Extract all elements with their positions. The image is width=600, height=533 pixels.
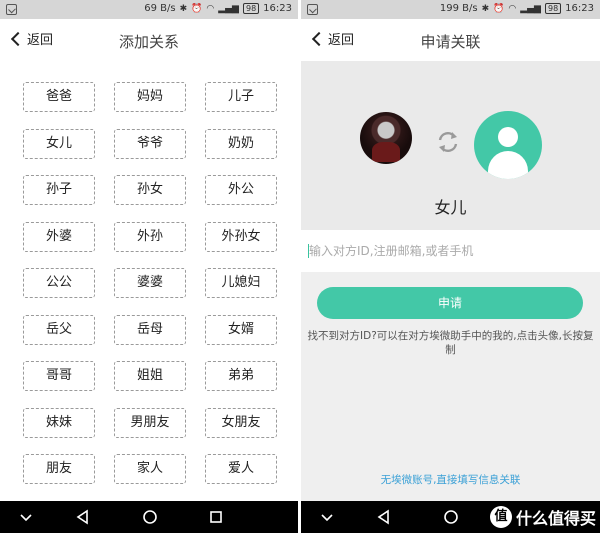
network-speed: 199 B/s — [439, 3, 478, 14]
avatar-body — [488, 151, 528, 179]
nav-back-triangle-icon — [76, 509, 88, 525]
clock: 16:23 — [263, 3, 292, 14]
direct-fill-link[interactable]: 无埃微账号,直接填写信息关联 — [301, 472, 600, 487]
relation-button[interactable]: 姐姐 — [114, 361, 186, 391]
relation-button[interactable]: 孙子 — [23, 175, 95, 205]
nav-back-button[interactable] — [364, 501, 404, 533]
system-nav-bar: 值 什么值得买 — [301, 501, 600, 533]
relation-button[interactable]: 家人 — [114, 454, 186, 484]
alarm-icon: ⏰ — [191, 3, 203, 14]
signal-icon: ▂▄▆ — [520, 3, 541, 14]
hint-text: 找不到对方ID?可以在对方埃微助手中的我的,点击头像,长按复制 — [307, 330, 594, 356]
wifi-icon: ◠ — [508, 3, 517, 14]
id-input[interactable] — [301, 230, 600, 272]
nav-collapse-chevron-icon — [20, 514, 32, 522]
battery-level: 98 — [242, 3, 260, 14]
relation-button[interactable]: 爸爸 — [23, 82, 95, 112]
default-avatar-icon[interactable] — [474, 111, 542, 179]
nav-home-circle-icon — [444, 510, 458, 524]
relation-button[interactable]: 弟弟 — [205, 361, 277, 391]
relation-button[interactable]: 儿媳妇 — [205, 268, 277, 298]
nav-recents-square-icon — [210, 511, 222, 523]
relation-button[interactable]: 爱人 — [205, 454, 277, 484]
relation-button[interactable]: 婆婆 — [114, 268, 186, 298]
relation-button[interactable]: 孙女 — [114, 175, 186, 205]
watermark-text: 什么值得买 — [515, 509, 596, 528]
nav-collapse-button[interactable] — [6, 501, 46, 533]
header: 返回 添加关系 — [0, 19, 298, 61]
relation-button[interactable]: 外公 — [205, 175, 277, 205]
clock: 16:23 — [565, 3, 594, 14]
page-title: 添加关系 — [118, 33, 179, 51]
relation-button[interactable]: 妹妹 — [23, 407, 95, 438]
nav-home-circle-icon — [143, 510, 157, 524]
relation-button[interactable]: 外孙女 — [205, 221, 277, 252]
relation-label: 女儿 — [434, 198, 467, 217]
relation-button[interactable]: 外婆 — [23, 221, 95, 252]
status-bar: 69 B/s ✱ ⏰ ◠ ▂▄▆ 98 16:23 — [0, 0, 298, 19]
relation-button[interactable]: 女婿 — [205, 314, 277, 345]
nav-collapse-button[interactable] — [307, 501, 347, 533]
text-cursor — [308, 244, 309, 258]
nav-home-button[interactable] — [431, 501, 471, 533]
bluetooth-icon: ✱ — [179, 3, 188, 14]
watermark-badge: 值 — [489, 506, 512, 528]
right-screen: 199 B/s ✱ ⏰ ◠ ▂▄▆ 98 16:23 返回 申请关联 女儿 输入… — [301, 0, 600, 533]
system-nav-bar — [0, 501, 298, 533]
nav-back-button[interactable] — [63, 501, 103, 533]
relation-button[interactable]: 岳父 — [23, 314, 95, 345]
relation-button[interactable]: 哥哥 — [23, 361, 95, 391]
signal-icon: ▂▄▆ — [218, 3, 239, 14]
relation-button[interactable]: 男朋友 — [114, 407, 186, 438]
relation-button[interactable]: 女朋友 — [205, 407, 277, 438]
apply-button[interactable]: 申请 — [317, 287, 583, 319]
notification-app-icon — [307, 4, 318, 15]
user-avatar-image — [360, 112, 412, 164]
status-info: 69 B/s ✱ ⏰ ◠ ▂▄▆ 98 16:23 — [144, 3, 292, 14]
relation-button[interactable]: 女儿 — [23, 128, 95, 159]
apply-section: 申请 找不到对方ID?可以在对方埃微助手中的我的,点击头像,长按复制 无埃微账号… — [301, 272, 600, 501]
wifi-icon: ◠ — [206, 3, 215, 14]
watermark: 值 什么值得买 — [489, 505, 596, 529]
nav-recents-button[interactable] — [196, 501, 236, 533]
nav-back-triangle-icon — [377, 509, 389, 525]
network-speed: 69 B/s — [144, 3, 176, 14]
header: 返回 申请关联 — [301, 19, 600, 61]
left-screen: 69 B/s ✱ ⏰ ◠ ▂▄▆ 98 16:23 返回 添加关系 爸爸 妈妈 儿子… — [0, 0, 298, 533]
bluetooth-icon: ✱ — [481, 3, 490, 14]
nav-collapse-chevron-icon — [321, 514, 333, 522]
status-info: 199 B/s ✱ ⏰ ◠ ▂▄▆ 98 16:23 — [440, 3, 594, 14]
relation-button[interactable]: 岳母 — [114, 314, 186, 345]
status-bar: 199 B/s ✱ ⏰ ◠ ▂▄▆ 98 16:23 — [301, 0, 600, 19]
page-title: 申请关联 — [420, 33, 481, 51]
relation-hero: 女儿 — [301, 61, 600, 230]
avatar-head — [498, 127, 518, 147]
battery-level: 98 — [544, 3, 562, 14]
sync-icon — [438, 132, 458, 152]
relation-button[interactable]: 爷爷 — [114, 128, 186, 159]
relation-button[interactable]: 儿子 — [205, 82, 277, 112]
notification-app-icon — [6, 4, 17, 15]
relation-button[interactable]: 妈妈 — [114, 82, 186, 112]
relation-button[interactable]: 奶奶 — [205, 128, 277, 159]
relation-button[interactable]: 朋友 — [23, 454, 95, 484]
user-avatar[interactable] — [360, 112, 412, 178]
nav-home-button[interactable] — [130, 501, 170, 533]
relation-button[interactable]: 外孙 — [114, 221, 186, 252]
relation-button[interactable]: 公公 — [23, 268, 95, 298]
alarm-icon: ⏰ — [493, 3, 505, 14]
